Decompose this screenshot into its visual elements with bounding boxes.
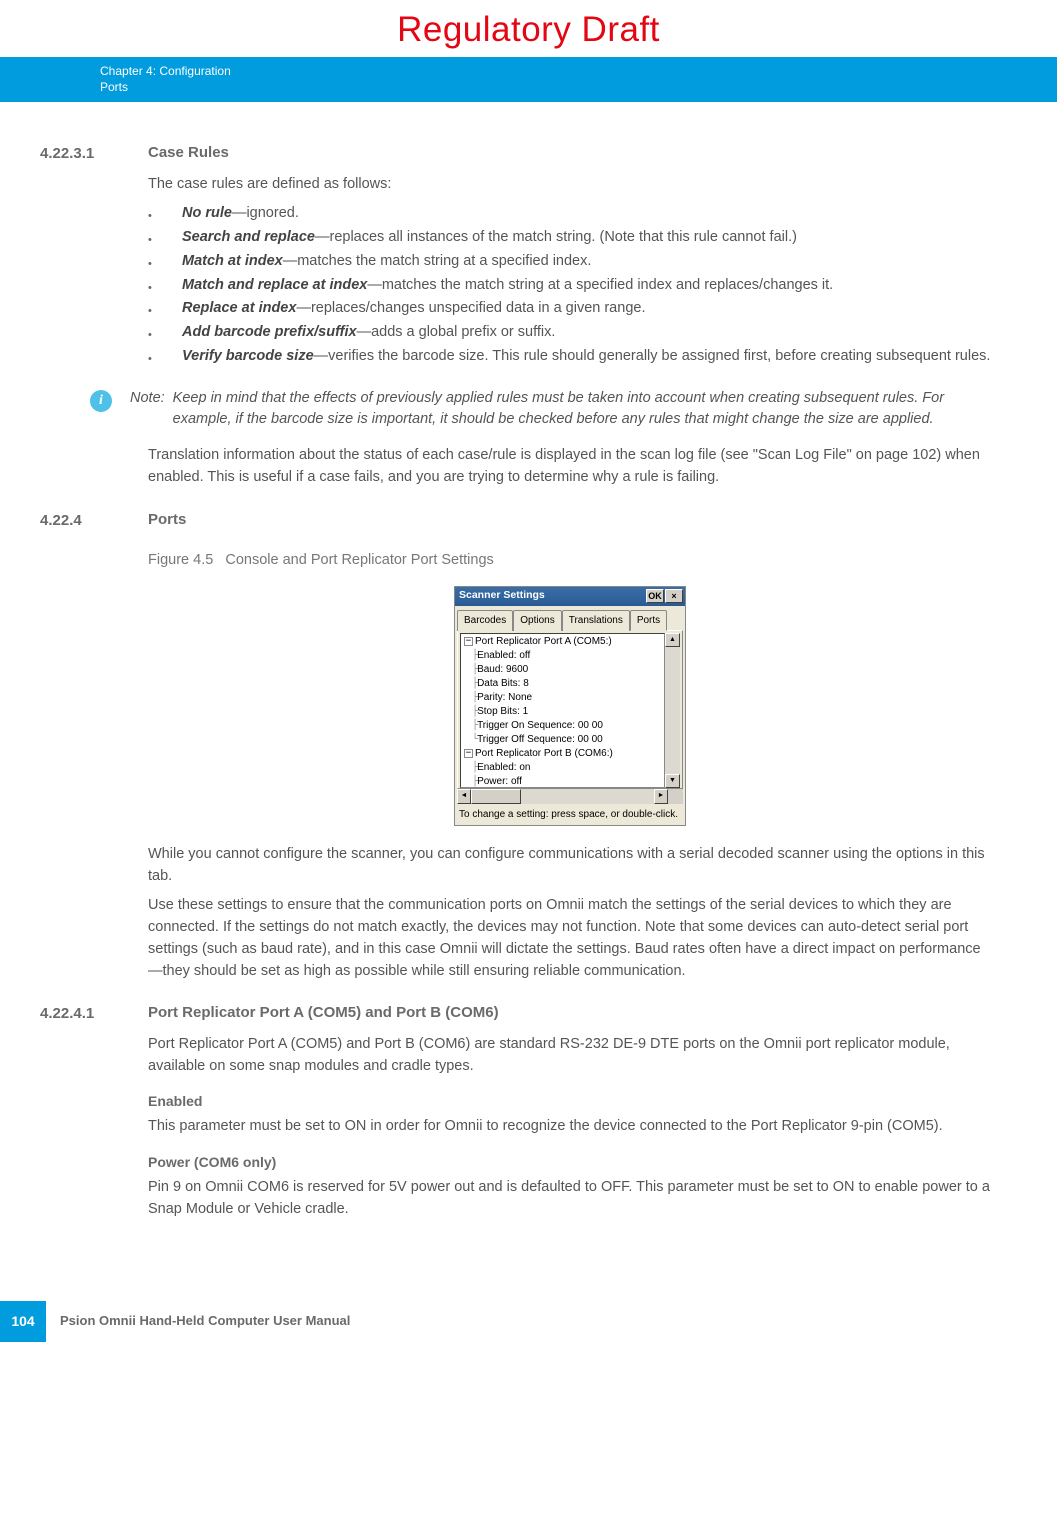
body-text: This parameter must be set to ON in orde… bbox=[148, 1116, 992, 1138]
scrollbar-horizontal[interactable]: ◄ ► bbox=[457, 789, 683, 804]
scroll-thumb[interactable] bbox=[471, 789, 521, 804]
bullet-term: Match and replace at index bbox=[182, 277, 367, 293]
scroll-up-icon[interactable]: ▲ bbox=[665, 633, 680, 647]
close-button[interactable]: × bbox=[665, 589, 683, 603]
tab-translations[interactable]: Translations bbox=[562, 610, 630, 631]
section-number: 4.22.4.1 bbox=[40, 1002, 148, 1026]
chapter-section: Ports bbox=[100, 79, 1057, 96]
bullet-text: —matches the match string at a specified… bbox=[367, 277, 833, 293]
tree-item[interactable]: Trigger Off Sequence: 00 00 bbox=[477, 732, 603, 747]
bullet-text: —ignored. bbox=[232, 205, 299, 221]
tree-item[interactable]: Enabled: on bbox=[477, 760, 530, 775]
info-icon: i bbox=[90, 390, 112, 412]
bullet-text: —adds a global prefix or suffix. bbox=[357, 324, 556, 340]
bullet-term: Match at index bbox=[182, 253, 283, 269]
bullet-term: Search and replace bbox=[182, 229, 315, 245]
chapter-header: Chapter 4: Configuration Ports bbox=[0, 57, 1057, 103]
bullet-text: —verifies the barcode size. This rule sh… bbox=[314, 348, 991, 364]
scroll-left-icon[interactable]: ◄ bbox=[457, 789, 471, 804]
chapter-title: Configuration bbox=[159, 64, 230, 78]
bullet-list: •No rule—ignored. •Search and replace—re… bbox=[148, 203, 992, 367]
figure-caption: Figure 4.5 Console and Port Replicator P… bbox=[148, 550, 992, 572]
tab-ports[interactable]: Ports bbox=[630, 610, 667, 631]
bullet-term: Add barcode prefix/suffix bbox=[182, 324, 357, 340]
ok-button[interactable]: OK bbox=[646, 589, 664, 603]
page-footer: 104 Psion Omnii Hand-Held Computer User … bbox=[0, 1301, 1057, 1342]
section-number: 4.22.4 bbox=[40, 509, 148, 533]
collapse-icon[interactable]: − bbox=[464, 749, 473, 758]
footer-title: Psion Omnii Hand-Held Computer User Manu… bbox=[46, 1301, 364, 1342]
scroll-right-icon[interactable]: ► bbox=[654, 789, 668, 804]
sub-heading: Enabled bbox=[148, 1091, 992, 1112]
tab-barcodes[interactable]: Barcodes bbox=[457, 610, 513, 631]
bullet-text: —replaces all instances of the match str… bbox=[315, 229, 797, 245]
scrollbar-vertical[interactable]: ▲ ▼ bbox=[665, 633, 680, 788]
note-text: Keep in mind that the effects of previou… bbox=[173, 388, 992, 432]
body-text: Port Replicator Port A (COM5) and Port B… bbox=[148, 1034, 992, 1078]
section-number: 4.22.3.1 bbox=[40, 142, 148, 166]
tree-item[interactable]: Trigger On Sequence: 00 00 bbox=[477, 718, 603, 733]
tree-view[interactable]: −Port Replicator Port A (COM5:) ├ Enable… bbox=[460, 633, 665, 788]
page-number: 104 bbox=[0, 1301, 46, 1342]
body-text: The case rules are defined as follows: bbox=[148, 174, 992, 196]
tree-item[interactable]: Data Bits: 8 bbox=[477, 676, 529, 691]
figure-number: Figure 4.5 bbox=[148, 552, 213, 568]
bullet-term: No rule bbox=[182, 205, 232, 221]
tab-bar: Barcodes Options Translations Ports bbox=[455, 606, 685, 630]
section-title: Ports bbox=[148, 509, 186, 533]
watermark: Regulatory Draft bbox=[0, 0, 1057, 57]
hint-text: To change a setting: press space, or dou… bbox=[455, 806, 685, 825]
window-title: Scanner Settings bbox=[459, 588, 645, 604]
sub-heading: Power (COM6 only) bbox=[148, 1152, 992, 1173]
tree-item[interactable]: Baud: 9600 bbox=[477, 662, 528, 677]
body-text: Translation information about the status… bbox=[148, 445, 992, 489]
bullet-text: —replaces/changes unspecified data in a … bbox=[296, 300, 645, 316]
tree-item-selected[interactable]: Port Replicator Port A (COM5:) bbox=[475, 634, 612, 649]
figure-title: Console and Port Replicator Port Setting… bbox=[225, 552, 493, 568]
tab-options[interactable]: Options bbox=[513, 610, 561, 631]
bullet-icon: • bbox=[148, 275, 182, 297]
bullet-icon: • bbox=[148, 322, 182, 344]
collapse-icon[interactable]: − bbox=[464, 637, 473, 646]
tree-item[interactable]: Stop Bits: 1 bbox=[477, 704, 528, 719]
tree-item[interactable]: Power: off bbox=[477, 774, 522, 788]
note-block: i Note: Keep in mind that the effects of… bbox=[90, 388, 992, 432]
scanner-settings-window: Scanner Settings OK × Barcodes Options T… bbox=[454, 586, 686, 826]
section-title: Port Replicator Port A (COM5) and Port B… bbox=[148, 1002, 499, 1026]
tree-item[interactable]: Port Replicator Port B (COM6:) bbox=[475, 746, 613, 761]
body-text: While you cannot configure the scanner, … bbox=[148, 844, 992, 888]
body-text: Use these settings to ensure that the co… bbox=[148, 895, 992, 982]
chapter-label: Chapter 4: bbox=[100, 64, 156, 78]
bullet-term: Verify barcode size bbox=[182, 348, 314, 364]
body-text: Pin 9 on Omnii COM6 is reserved for 5V p… bbox=[148, 1177, 992, 1221]
window-titlebar[interactable]: Scanner Settings OK × bbox=[455, 587, 685, 606]
section-title: Case Rules bbox=[148, 142, 229, 166]
scroll-down-icon[interactable]: ▼ bbox=[665, 774, 680, 788]
tree-item[interactable]: Parity: None bbox=[477, 690, 532, 705]
bullet-icon: • bbox=[148, 227, 182, 249]
bullet-icon: • bbox=[148, 298, 182, 320]
bullet-text: —matches the match string at a specified… bbox=[283, 253, 592, 269]
bullet-icon: • bbox=[148, 251, 182, 273]
tree-item[interactable]: Enabled: off bbox=[477, 648, 530, 663]
bullet-term: Replace at index bbox=[182, 300, 296, 316]
note-label: Note: bbox=[130, 388, 165, 432]
bullet-icon: • bbox=[148, 346, 182, 368]
bullet-icon: • bbox=[148, 203, 182, 225]
